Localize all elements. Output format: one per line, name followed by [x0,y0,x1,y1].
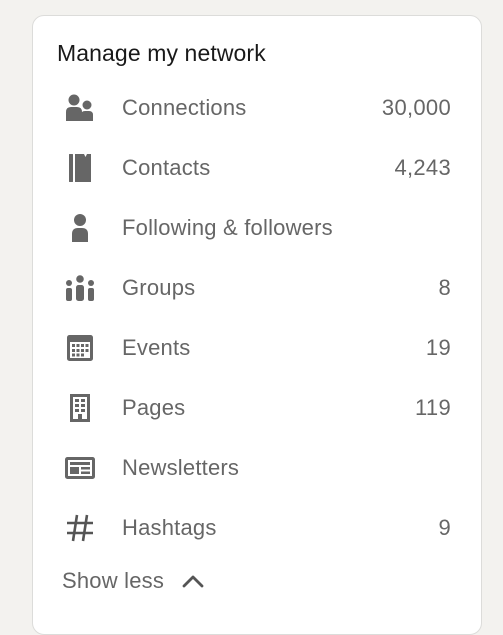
calendar-icon [64,332,96,364]
address-book-icon [64,152,96,184]
manage-network-card: Manage my network Connections 30,000 Con… [32,15,482,635]
item-count: 119 [415,395,451,420]
chevron-up-icon [182,575,204,588]
item-label: Newsletters [122,455,240,480]
item-label: Groups [122,275,196,300]
building-icon [64,392,96,424]
item-label: Pages [122,395,186,420]
list-item-groups[interactable]: Groups 8 [33,258,481,318]
list-item-following-followers[interactable]: Following & followers [33,198,481,258]
person-icon [64,212,96,244]
list-item-connections[interactable]: Connections 30,000 [33,78,481,138]
list-item-hashtags[interactable]: Hashtags 9 [33,498,481,558]
item-label: Connections [122,95,247,120]
newsletter-icon [64,452,96,484]
item-label: Following & followers [122,215,333,240]
item-count: 4,243 [394,155,451,180]
group-icon [64,272,96,304]
hashtag-icon [64,512,96,544]
list-item-newsletters[interactable]: Newsletters [33,438,481,498]
show-less-button[interactable]: Show less [62,568,206,594]
item-label: Events [122,335,191,360]
show-less-label: Show less [62,568,165,593]
item-label: Contacts [122,155,211,180]
item-count: 19 [425,335,451,360]
item-count: 9 [438,515,451,540]
list-item-events[interactable]: Events 19 [33,318,481,378]
list-item-contacts[interactable]: Contacts 4,243 [33,138,481,198]
network-list: Connections 30,000 Contacts 4,243 Follow… [33,78,481,558]
item-label: Hashtags [122,515,217,540]
card-title: Manage my network [57,40,266,66]
list-item-pages[interactable]: Pages 119 [33,378,481,438]
item-count: 8 [438,275,451,300]
people-icon [64,92,96,124]
item-count: 30,000 [381,95,451,120]
